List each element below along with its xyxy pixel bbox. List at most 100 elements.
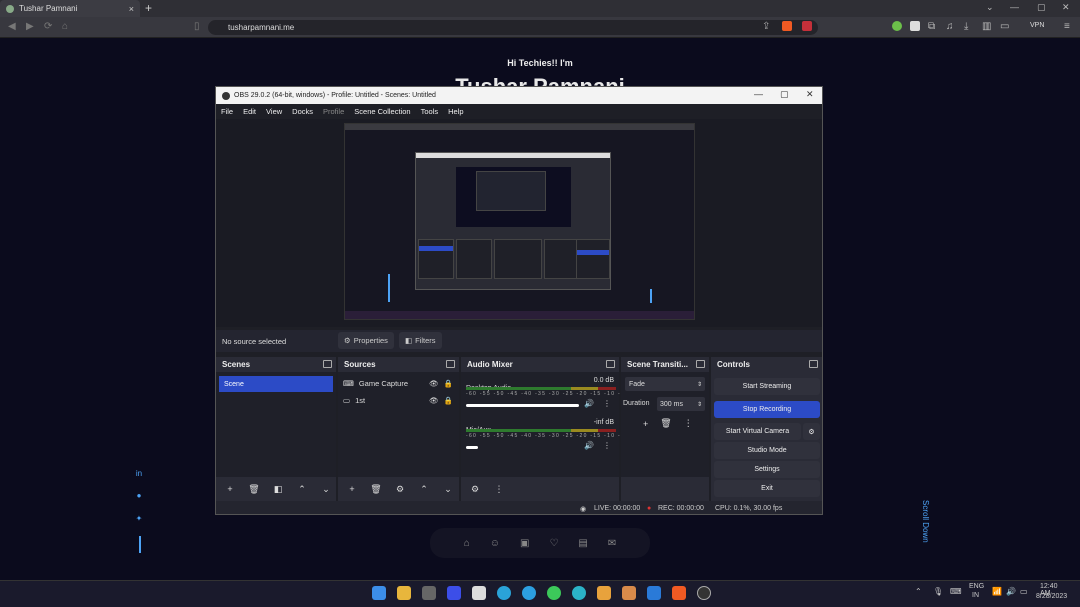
more-vert-icon[interactable]: ⋮ [603,399,611,408]
transition-select[interactable]: Fade ⇕ [625,377,705,391]
menu-scene-collection[interactable]: Scene Collection [354,107,410,116]
nav-contact-icon[interactable]: ✉ [608,538,616,549]
menu-edit[interactable]: Edit [243,107,256,116]
wallet-icon[interactable]: ▭ [1000,21,1009,32]
source-item[interactable]: ⌨ Game Capture 👁 🔒 [343,376,453,390]
extension-green-icon[interactable] [892,21,902,31]
more-vert-icon[interactable]: ⋮ [491,482,507,496]
microphone-icon[interactable]: 🎙 [933,587,943,596]
move-down-icon[interactable]: ⌄ [440,482,456,496]
menu-help[interactable]: Help [448,107,463,116]
nav-home-icon[interactable]: ⌂ [464,538,470,549]
minimize-icon[interactable]: — [1010,2,1019,12]
volume-icon[interactable]: 🔊 [1006,587,1016,596]
brave-icon[interactable] [672,586,686,600]
start-streaming-button[interactable]: Start Streaming [714,378,820,395]
scroll-down-text[interactable]: Scroll Down [921,500,930,560]
app-icon[interactable] [422,586,436,600]
speaker-icon[interactable]: 🔊 [584,399,594,408]
source-properties-icon[interactable]: ⚙ [392,482,408,496]
download-icon[interactable]: ⤓ [964,21,968,32]
duration-spinbox[interactable]: 300 ms ⇕ [657,397,705,411]
reload-icon[interactable]: ⟳ [44,21,52,32]
chevron-up-icon[interactable]: ⌃ [915,587,922,596]
move-down-icon[interactable]: ⌄ [318,482,334,496]
studio-mode-button[interactable]: Studio Mode [714,442,820,459]
keyboard-icon[interactable]: ⌨ [950,587,962,596]
properties-button[interactable]: ⚙ Properties [338,332,394,349]
obs-taskbar-icon[interactable] [697,586,711,600]
volume-slider[interactable] [466,404,579,407]
close-window-icon[interactable]: ✕ [1062,2,1070,13]
visual-studio-icon[interactable] [447,586,461,600]
exit-button[interactable]: Exit [714,480,820,497]
undock-icon[interactable] [696,360,705,368]
lock-icon[interactable]: 🔒 [444,379,453,388]
media-icon[interactable]: ♫ [946,21,954,32]
browser-tab[interactable]: Tushar Pamnani × [0,0,140,17]
remove-transition-icon[interactable]: 🗑 [660,418,671,429]
menu-profile[interactable]: Profile [323,107,344,116]
obs-maximize-icon[interactable]: ▢ [780,89,789,100]
home-icon[interactable]: ⌂ [62,21,68,32]
move-up-icon[interactable]: ⌃ [294,482,310,496]
app-icon[interactable] [572,586,586,600]
back-icon[interactable]: ◀ [8,21,16,32]
eye-icon[interactable]: 👁 [429,379,439,388]
linkedin-icon[interactable]: in [134,469,144,479]
address-bar[interactable]: tusharpamnani.me [208,20,818,35]
menu-view[interactable]: View [266,107,282,116]
undock-icon[interactable] [809,360,818,368]
speaker-icon[interactable]: 🔊 [584,441,594,450]
nav-skills-icon[interactable]: ♡ [549,538,558,549]
app-icon[interactable] [622,586,636,600]
brave-rewards-icon[interactable] [802,21,812,31]
undock-icon[interactable] [446,360,455,368]
nav-projects-icon[interactable]: ▤ [578,538,587,549]
menu-docks[interactable]: Docks [292,107,313,116]
filters-button[interactable]: ◧ Filters [399,332,442,349]
remove-source-icon[interactable]: 🗑 [368,482,384,496]
close-tab-icon[interactable]: × [129,4,134,14]
scene-filters-icon[interactable]: ◧ [270,482,286,496]
remove-scene-icon[interactable]: 🗑 [246,482,262,496]
lock-icon[interactable]: 🔒 [444,396,453,405]
eye-icon[interactable]: 👁 [429,396,439,405]
obs-close-icon[interactable]: ✕ [806,89,814,100]
sidebar-icon[interactable]: ▥ [982,21,991,32]
twitter-icon[interactable]: ✦ [134,514,144,524]
edge-icon[interactable] [497,586,511,600]
mixer-settings-icon[interactable]: ⚙ [467,482,483,496]
add-source-icon[interactable]: + [344,482,360,496]
nav-experience-icon[interactable]: ▣ [520,538,529,549]
wifi-icon[interactable]: 📶 [992,587,1002,596]
nav-about-icon[interactable]: ☺ [490,538,500,549]
add-transition-icon[interactable]: + [643,419,648,429]
scene-item[interactable]: Scene [219,376,333,392]
bookmark-icon[interactable]: ▯ [194,21,200,32]
vscode-icon[interactable] [647,586,661,600]
volume-slider[interactable] [466,446,478,449]
menu-file[interactable]: File [221,107,233,116]
github-icon[interactable]: ● [134,491,144,501]
obs-minimize-icon[interactable]: — [754,89,763,99]
maximize-icon[interactable]: ▢ [1037,2,1046,13]
new-tab-button[interactable]: + [145,1,152,15]
whatsapp-icon[interactable] [547,586,561,600]
tab-search-icon[interactable]: ⌄ [986,2,994,13]
undock-icon[interactable] [323,360,332,368]
start-icon[interactable] [372,586,386,600]
battery-icon[interactable]: ▭ [1020,587,1028,596]
move-up-icon[interactable]: ⌃ [416,482,432,496]
start-virtual-camera-button[interactable]: Start Virtual Camera [714,423,801,440]
extension-s-icon[interactable] [910,21,920,31]
menu-tools[interactable]: Tools [421,107,439,116]
source-item[interactable]: ▭ 1st 👁 🔒 [343,393,453,407]
menu-icon[interactable]: ≡ [1064,21,1070,32]
file-explorer-icon[interactable] [397,586,411,600]
language[interactable]: ENG [969,583,984,590]
more-vert-icon[interactable]: ⋮ [603,441,611,450]
more-vert-icon[interactable]: ⋮ [684,418,693,429]
share-icon[interactable]: ⇪ [762,21,770,32]
brave-shield-icon[interactable] [782,21,792,31]
